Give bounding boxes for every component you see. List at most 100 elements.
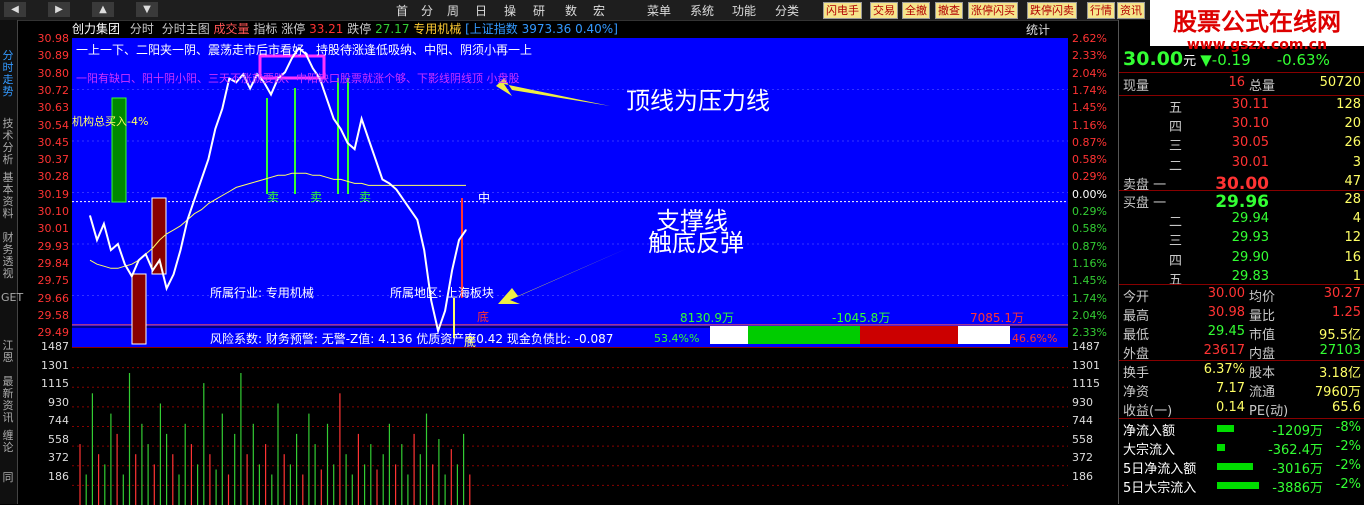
stat-label-2: 量比 bbox=[1249, 309, 1276, 324]
tool-button-2[interactable]: 全撤 bbox=[902, 2, 930, 19]
side-tab-1[interactable]: 技术分析 bbox=[1, 118, 15, 166]
menu-item-0[interactable]: 首 bbox=[396, 2, 408, 19]
tool-button-1[interactable]: 交易 bbox=[870, 2, 898, 19]
price-point bbox=[381, 178, 383, 180]
flow-value: -3886万 bbox=[1272, 481, 1323, 496]
side-tab-0[interactable]: 分时走势 bbox=[1, 50, 15, 98]
price-tick: 30.54 bbox=[37, 118, 70, 132]
price-point bbox=[131, 275, 133, 277]
volume-tick-right: 1301 bbox=[1072, 358, 1100, 372]
flow-label: 5日净流入额 bbox=[1123, 462, 1197, 477]
price-point bbox=[200, 178, 202, 180]
nav-arrow-2[interactable]: ▲ bbox=[92, 2, 114, 17]
flow-bar-green bbox=[748, 326, 860, 344]
price-point bbox=[409, 209, 411, 211]
price-point bbox=[96, 239, 98, 241]
tool-button-5[interactable]: 跌停闪卖 bbox=[1027, 2, 1077, 19]
side-tab-7[interactable]: 缠论 bbox=[1, 430, 15, 454]
index-name: [上证指数 bbox=[465, 22, 518, 36]
nav-arrow-1[interactable]: ▶ bbox=[48, 2, 70, 17]
menu-item-1[interactable]: 分 bbox=[421, 2, 433, 19]
stock-name[interactable]: 创力集团 bbox=[72, 22, 120, 36]
percent-tick: 1.45% bbox=[1072, 274, 1107, 288]
tool-button-3[interactable]: 撤查 bbox=[935, 2, 963, 19]
stat2-label: 收益(一) bbox=[1123, 404, 1173, 419]
stat2-row: 净资 7.17 流通 7960万 bbox=[1123, 381, 1361, 400]
tab-timeshare[interactable]: 分时 bbox=[130, 22, 154, 36]
price-point bbox=[361, 118, 363, 120]
volume-tick-left: 744 bbox=[48, 414, 69, 427]
side-tab-3[interactable]: 财务透视 bbox=[1, 232, 15, 280]
nav-arrow-3[interactable]: ▼ bbox=[136, 2, 158, 17]
volume-now-label: 现量 bbox=[1123, 79, 1150, 94]
tab-volume[interactable]: 成交量 bbox=[214, 22, 250, 36]
side-tab-2[interactable]: 基本资料 bbox=[1, 172, 15, 220]
side-tab-8[interactable]: 同 bbox=[1, 472, 15, 484]
price-point bbox=[333, 118, 335, 120]
separator bbox=[1119, 360, 1364, 361]
percent-tick: 0.87% bbox=[1072, 135, 1107, 149]
side-tab-4[interactable]: GET bbox=[1, 292, 23, 304]
separator bbox=[1119, 284, 1364, 285]
menu-item-5[interactable]: 研 bbox=[533, 2, 545, 19]
separator bbox=[1119, 190, 1364, 191]
menu-item-2[interactable]: 周 bbox=[447, 2, 459, 19]
menu-item-9[interactable]: 系统 bbox=[690, 2, 714, 19]
side-tab-6[interactable]: 最新资讯 bbox=[1, 376, 15, 424]
menu-item-6[interactable]: 数 bbox=[565, 2, 577, 19]
percent-tick: 0.29% bbox=[1072, 170, 1107, 184]
stat-value: 30.00 bbox=[1207, 286, 1245, 301]
price-point bbox=[367, 138, 370, 140]
nav-arrow-0[interactable]: ◀ bbox=[4, 2, 26, 17]
sell-amount: 7085.1万 bbox=[970, 311, 1024, 325]
stat-label: 今开 bbox=[1123, 290, 1150, 305]
menu-item-7[interactable]: 宏 bbox=[593, 2, 605, 19]
bid-volume: 28 bbox=[1344, 192, 1361, 207]
volume-tick-right: 558 bbox=[1072, 432, 1093, 446]
annotation-rebound: 触底反弹 bbox=[648, 229, 744, 257]
flow-pct: -2% bbox=[1335, 439, 1361, 454]
percent-tick: 1.16% bbox=[1072, 256, 1107, 270]
stat-value-2: 1.25 bbox=[1332, 305, 1361, 320]
tab-timeshare-main[interactable]: 分时主图 bbox=[162, 22, 210, 36]
price-point bbox=[354, 148, 356, 150]
stat-value-2: 95.5亿 bbox=[1319, 328, 1361, 343]
bid-price: 29.96 bbox=[1215, 192, 1269, 212]
menu-item-3[interactable]: 日 bbox=[475, 2, 487, 19]
volume-tick-right: 744 bbox=[1072, 414, 1093, 427]
price-chart[interactable]: 一上一下、二阳夹一阴、震荡走市后市看好、持股待涨逢低吸纳、中阳、阴须小再一上 一… bbox=[72, 38, 1068, 349]
stat-button[interactable]: 统计 bbox=[1026, 21, 1050, 38]
side-tab-5[interactable]: 江恩 bbox=[1, 340, 15, 364]
ask-level-label: 四 bbox=[1169, 120, 1183, 136]
sector-label: 专用机械 bbox=[413, 22, 462, 36]
menu-item-11[interactable]: 分类 bbox=[775, 2, 799, 19]
tool-button-4[interactable]: 涨停闪买 bbox=[968, 2, 1018, 19]
bid-price: 29.94 bbox=[1231, 211, 1269, 227]
tool-button-7[interactable]: 资讯 bbox=[1117, 2, 1145, 19]
percent-tick: 1.74% bbox=[1072, 291, 1107, 305]
percent-tick: 1.16% bbox=[1072, 118, 1107, 132]
stat-label-2: 市值 bbox=[1249, 328, 1276, 343]
ask-row: 二 30.01 3 bbox=[1123, 155, 1361, 174]
tool-button-6[interactable]: 行情 bbox=[1087, 2, 1115, 19]
stat2-value-2: 7960万 bbox=[1314, 385, 1361, 400]
price-point bbox=[89, 215, 91, 217]
volume-tick-left: 1487 bbox=[41, 340, 69, 353]
mid-signal: 中 bbox=[478, 191, 491, 205]
red-box-1 bbox=[131, 273, 147, 345]
tool-button-0[interactable]: 闪电手 bbox=[823, 2, 862, 19]
percent-tick: 2.33% bbox=[1072, 49, 1107, 63]
menu-item-4[interactable]: 操 bbox=[504, 2, 516, 19]
price-point bbox=[166, 287, 168, 290]
tab-indicator[interactable]: 指标 bbox=[253, 22, 277, 36]
menu-item-8[interactable]: 菜单 bbox=[647, 2, 671, 19]
percent-tick: 0.58% bbox=[1072, 222, 1107, 236]
price-tick: 30.80 bbox=[37, 66, 70, 80]
limit-down-value: 27.17 bbox=[375, 22, 410, 36]
menu-item-10[interactable]: 功能 bbox=[732, 2, 756, 19]
limit-up-label: 涨停 bbox=[281, 22, 306, 36]
flow-bar-white-1 bbox=[710, 326, 748, 344]
volume-chart[interactable] bbox=[72, 347, 1068, 505]
net-amount: -1045.8万 bbox=[832, 311, 891, 325]
buy-percent: 53.4%% bbox=[654, 332, 700, 345]
